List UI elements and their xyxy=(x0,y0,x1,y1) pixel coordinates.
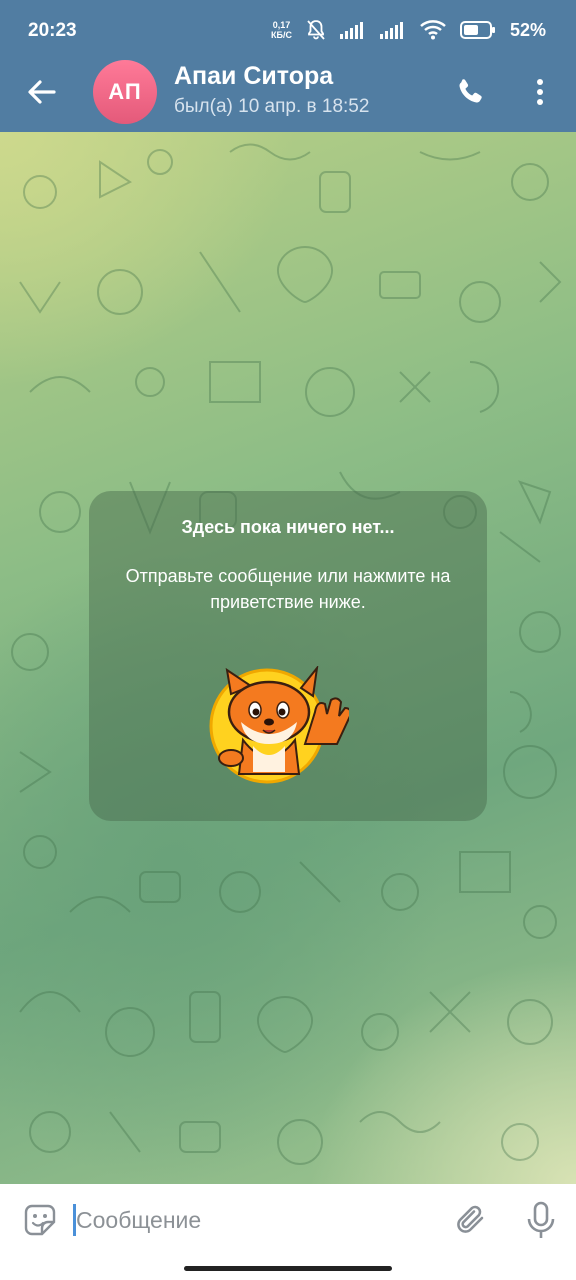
wifi-icon xyxy=(420,20,446,40)
chat-area[interactable]: Здесь пока ничего нет... Отправьте сообщ… xyxy=(0,132,576,1184)
arrow-left-icon[interactable] xyxy=(24,74,60,110)
home-indicator[interactable] xyxy=(184,1266,392,1271)
battery-icon xyxy=(459,21,495,39)
empty-chat-title: Здесь пока ничего нет... xyxy=(181,517,395,537)
last-seen-status: был(а) 10 апр. в 18:52 xyxy=(174,96,370,117)
waving-fox-sticker-icon[interactable] xyxy=(209,666,349,786)
paperclip-icon[interactable] xyxy=(454,1202,490,1238)
network-speed: 0,17 КБ/С xyxy=(271,20,292,40)
more-vertical-icon[interactable] xyxy=(528,76,552,108)
battery-percent: 52% xyxy=(509,19,546,40)
status-time: 20:23 xyxy=(28,20,77,41)
message-composer xyxy=(0,1184,576,1280)
chat-header: АП Апаи Ситора был(а) 10 апр. в 18:52 xyxy=(0,60,576,132)
status-bar: 20:23 0,17 КБ/С 52% xyxy=(0,0,576,62)
signal-icon xyxy=(339,22,363,39)
message-input[interactable] xyxy=(76,1200,436,1240)
empty-chat-card: Здесь пока ничего нет... Отправьте сообщ… xyxy=(89,491,487,821)
signal-icon-2 xyxy=(379,22,403,39)
contact-name[interactable]: Апаи Ситора xyxy=(174,62,333,91)
sticker-emoji-icon[interactable] xyxy=(22,1202,58,1238)
status-icons: 0,17 КБ/С 52% xyxy=(271,19,546,41)
avatar[interactable]: АП xyxy=(93,60,157,124)
microphone-icon[interactable] xyxy=(524,1200,558,1240)
phone-icon[interactable] xyxy=(454,76,486,108)
empty-chat-description: Отправьте сообщение или нажмите на приве… xyxy=(125,566,451,612)
bell-muted-icon xyxy=(307,20,325,40)
